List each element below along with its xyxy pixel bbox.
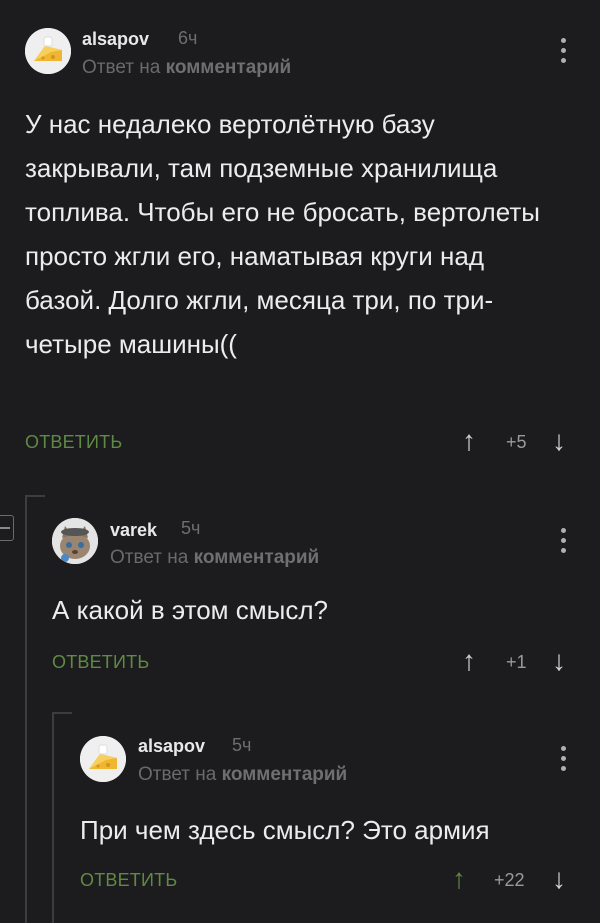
arrow-down-icon[interactable]: ↓ — [552, 646, 566, 676]
thread-line-level-2 — [52, 712, 54, 923]
collapse-thread-icon[interactable] — [0, 515, 14, 541]
thread-branch-level-2 — [52, 712, 72, 714]
more-vertical-icon[interactable] — [558, 38, 568, 68]
user-avatar[interactable] — [80, 736, 126, 782]
reply-button[interactable]: ОТВЕТИТЬ — [80, 870, 177, 891]
arrow-up-icon[interactable]: ↑ — [452, 864, 466, 894]
comment-text: У нас недалеко вертолётную базу закрывал… — [25, 109, 540, 359]
comment-time: 6ч — [178, 28, 198, 48]
reply-info: Ответ на комментарий — [110, 547, 319, 569]
comment-text: А какой в этом смысл? — [52, 595, 328, 625]
reply-prefix: Ответ на — [82, 57, 161, 78]
reply-target-link[interactable]: комментарий — [194, 547, 320, 568]
reply-target-link[interactable]: комментарий — [222, 764, 348, 785]
comment-text: При чем здесь смысл? Это армия — [80, 815, 490, 845]
thread-line-level-1 — [25, 495, 27, 923]
vote-controls: ↑ +22 ↓ — [452, 864, 582, 894]
arrow-down-icon[interactable]: ↓ — [552, 864, 566, 894]
reply-button[interactable]: ОТВЕТИТЬ — [25, 432, 122, 453]
comment-time: 5ч — [232, 735, 252, 755]
arrow-up-icon[interactable]: ↑ — [462, 426, 476, 456]
cat-avatar-icon — [52, 518, 98, 564]
username[interactable]: alsapov — [82, 29, 149, 50]
vote-score: +22 — [494, 870, 525, 890]
user-avatar[interactable] — [25, 28, 71, 74]
cheese-avatar-icon — [80, 736, 126, 782]
username[interactable]: varek — [110, 520, 157, 541]
reply-button[interactable]: ОТВЕТИТЬ — [52, 652, 149, 673]
username[interactable]: alsapov — [138, 736, 205, 757]
user-avatar[interactable] — [52, 518, 98, 564]
reply-target-link[interactable]: комментарий — [166, 57, 292, 78]
reply-info: Ответ на комментарий — [82, 57, 291, 79]
thread-branch-level-1 — [25, 495, 45, 497]
arrow-down-icon[interactable]: ↓ — [552, 426, 566, 456]
more-vertical-icon[interactable] — [558, 746, 568, 776]
cheese-avatar-icon — [25, 28, 71, 74]
more-vertical-icon[interactable] — [558, 528, 568, 558]
vote-score: +5 — [506, 432, 527, 452]
reply-info: Ответ на комментарий — [138, 764, 347, 786]
reply-prefix: Ответ на — [110, 547, 189, 568]
reply-prefix: Ответ на — [138, 764, 217, 785]
vote-controls: ↑ +5 ↓ — [462, 426, 582, 456]
vote-score: +1 — [506, 652, 527, 672]
vote-controls: ↑ +1 ↓ — [462, 646, 582, 676]
arrow-up-icon[interactable]: ↑ — [462, 646, 476, 676]
comment-time: 5ч — [181, 518, 201, 538]
